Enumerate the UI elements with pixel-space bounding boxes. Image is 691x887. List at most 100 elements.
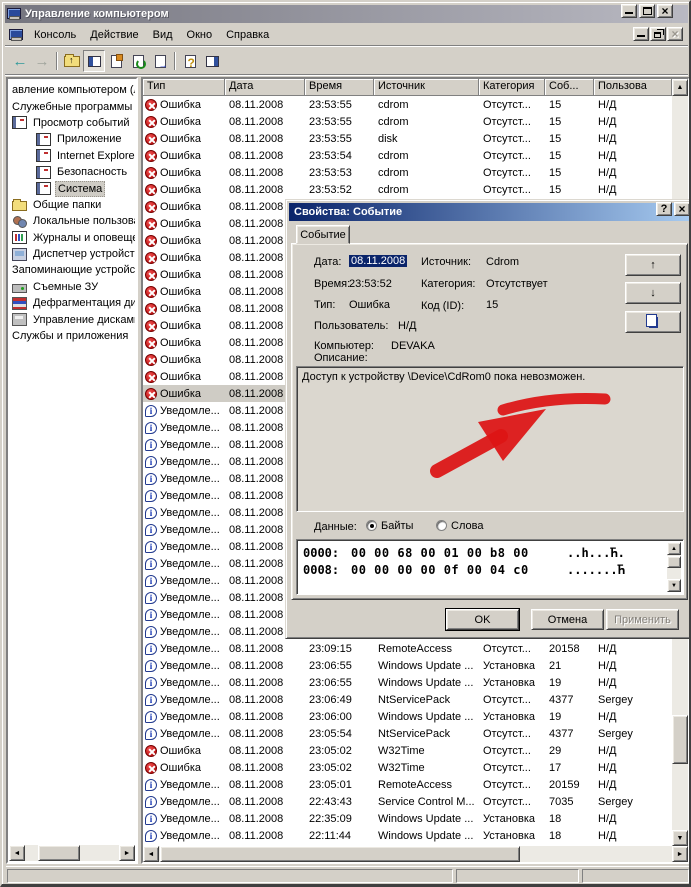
table-row[interactable]: i Уведомле... 08.11.2008 23:06:55 Windows Up… [143,657,672,674]
column-header-event[interactable]: Соб... [545,79,594,96]
dialog-help-button[interactable]: ? [656,202,672,216]
close-button[interactable]: × [657,4,673,18]
menu-item-Вид[interactable]: Вид [146,27,180,43]
table-row[interactable]: i Уведомле... 08.11.2008 23:05:54 NtServiceP… [143,725,672,742]
menu-item-Консоль[interactable]: Консоль [27,27,83,43]
menu-item-Справка[interactable]: Справка [219,27,276,43]
type-label: Уведомле... [160,812,220,825]
column-header-time[interactable]: Время [305,79,374,96]
refresh-button[interactable] [127,50,149,72]
child-minimize-button[interactable] [633,27,649,41]
sidebar-item-Диспетчер устройсте[interactable]: Диспетчер устройсте [9,246,135,262]
table-row[interactable]: Ошибка 08.11.2008 23:05:02 W32Time Отсутст..… [143,742,672,759]
sidebar-item-label: Система [55,180,106,197]
hex-vertical-scrollbar[interactable]: ▲ ▼ [667,542,681,592]
hex-data-box[interactable]: 0000: 00 00 68 00 01 00 b8 00 ..h...Ћ. 0008… [296,539,684,595]
table-row[interactable]: i Уведомле... 08.11.2008 22:43:43 Service Co… [143,793,672,810]
scroll-thumb[interactable] [160,846,520,862]
table-row[interactable]: i Уведомле... 08.11.2008 23:06:49 NtServiceP… [143,691,672,708]
toolbar: ← → ↑ [5,48,688,75]
menu-item-Окно[interactable]: Окно [180,27,220,43]
cell-category: Отсутст... [483,744,531,757]
scroll-left-icon[interactable]: ◄ [9,845,25,861]
title-bar[interactable]: Управление компьютером [5,5,688,23]
column-header-user[interactable]: Пользова [594,79,672,96]
radio-selected-icon[interactable] [366,520,377,531]
sidebar-item-Управление дисками[interactable]: Управление дисками [9,311,135,327]
table-row[interactable]: Ошибка 08.11.2008 23:53:55 disk Отсутст... 15… [143,130,672,147]
show-panel-button[interactable] [201,50,223,72]
radio-words[interactable]: Слова [436,520,483,532]
table-row[interactable]: Ошибка 08.11.2008 23:53:52 cdrom Отсутст... 1… [143,181,672,198]
sidebar-item-Дефрагментация дис[interactable]: Дефрагментация дис [9,295,135,311]
date-value[interactable]: 08.11.2008 [349,255,408,267]
sidebar-item-Internet Explorer[interactable]: Internet Explorer [9,148,135,164]
table-row[interactable]: Ошибка 08.11.2008 23:53:54 cdrom Отсутст... 1… [143,147,672,164]
menu-item-Действие[interactable]: Действие [83,27,145,43]
sidebar-item-Общие папки[interactable]: Общие папки [9,197,135,213]
list-horizontal-scrollbar[interactable]: ◄ ► [143,846,688,862]
sidebar-item-Приложение[interactable]: Приложение [9,131,135,147]
data-label: Данные: [314,521,357,533]
table-row[interactable]: i Уведомле... 08.11.2008 23:05:01 RemoteAcce… [143,776,672,793]
sidebar-item-авление компьютером (л[interactable]: авление компьютером (л [9,82,135,98]
radio-bytes[interactable]: Байты [366,520,413,532]
column-header-date[interactable]: Дата [225,79,305,96]
sidebar-item-Просмотр событий[interactable]: Просмотр событий [9,115,135,131]
scroll-right-icon[interactable]: ► [119,845,135,861]
table-row[interactable]: i Уведомле... 08.11.2008 23:06:00 Windows Up… [143,708,672,725]
sidebar-item-Система[interactable]: Система [9,180,135,197]
table-row[interactable]: i Уведомле... 08.11.2008 23:09:15 RemoteAcce… [143,640,672,657]
scroll-down-icon[interactable]: ▼ [667,579,681,592]
tab-event[interactable]: Событие [296,225,350,244]
copy-event-button[interactable] [625,311,681,333]
scroll-up-icon[interactable]: ▲ [667,542,681,555]
next-event-button[interactable]: ↓ [625,282,681,304]
back-button[interactable]: ← [9,50,31,72]
table-row[interactable]: i Уведомле... 08.11.2008 22:35:09 Windows Up… [143,810,672,827]
column-header-type[interactable]: Тип [143,79,225,96]
cell-user: Н/Д [598,132,617,145]
minimize-button[interactable] [621,4,637,18]
child-restore-button[interactable] [650,27,666,41]
previous-event-button[interactable]: ↑ [625,254,681,276]
export-list-button[interactable] [149,50,171,72]
scroll-down-icon[interactable]: ▼ [672,830,688,846]
sidebar-item-Запоминающие устройст[interactable]: Запоминающие устройст [9,262,135,278]
dialog-title-bar[interactable]: Свойства: Событие [289,203,689,221]
toggle-tree-button[interactable] [83,50,105,72]
sidebar-item-Службы и приложения[interactable]: Службы и приложения [9,328,135,344]
dialog-close-button[interactable]: × [674,202,689,216]
table-row[interactable]: Ошибка 08.11.2008 23:53:55 cdrom Отсутст... 1… [143,113,672,130]
ok-button[interactable]: OK [445,608,520,631]
help-button[interactable] [179,50,201,72]
scroll-thumb[interactable] [38,845,80,861]
radio-unselected-icon[interactable] [436,520,447,531]
table-row[interactable]: i Уведомле... 08.11.2008 23:06:55 Windows Up… [143,674,672,691]
column-header-category[interactable]: Категория [479,79,545,96]
scroll-right-icon[interactable]: ► [672,846,688,862]
description-box[interactable]: Доступ к устройству \Device\CdRom0 пока … [296,366,684,512]
sidebar-item-Журналы и оповещен[interactable]: Журналы и оповещен [9,230,135,246]
scroll-left-icon[interactable]: ◄ [143,846,159,862]
column-header-source[interactable]: Источник [374,79,479,96]
scroll-thumb[interactable] [667,556,681,568]
scroll-thumb[interactable] [672,715,688,764]
up-folder-button[interactable]: ↑ [61,50,83,72]
table-row[interactable]: i Уведомле... 08.11.2008 22:11:44 Windows Up… [143,827,672,844]
table-row[interactable]: Ошибка 08.11.2008 23:53:55 cdrom Отсутст... 1… [143,96,672,113]
sidebar-item-Локальные пользова[interactable]: Локальные пользова [9,213,135,229]
sidebar-item-Безопасность[interactable]: Безопасность [9,164,135,180]
scroll-up-icon[interactable]: ▲ [672,79,688,96]
maximize-button[interactable] [639,4,655,18]
properties-button[interactable] [105,50,127,72]
tree-horizontal-scrollbar[interactable]: ◄ ► [9,845,135,861]
forward-button[interactable]: → [31,50,53,72]
sidebar-item-Съемные ЗУ[interactable]: Съемные ЗУ [9,279,135,295]
cell-user: Н/Д [598,710,617,723]
table-row[interactable]: Ошибка 08.11.2008 23:53:53 cdrom Отсутст... 1… [143,164,672,181]
cancel-button[interactable]: Отмена [531,609,604,630]
table-row[interactable]: Ошибка 08.11.2008 23:05:02 W32Time Отсутст..… [143,759,672,776]
sidebar-item-Служебные программы[interactable]: Служебные программы [9,98,135,114]
type-label: Уведомле... [160,608,220,621]
